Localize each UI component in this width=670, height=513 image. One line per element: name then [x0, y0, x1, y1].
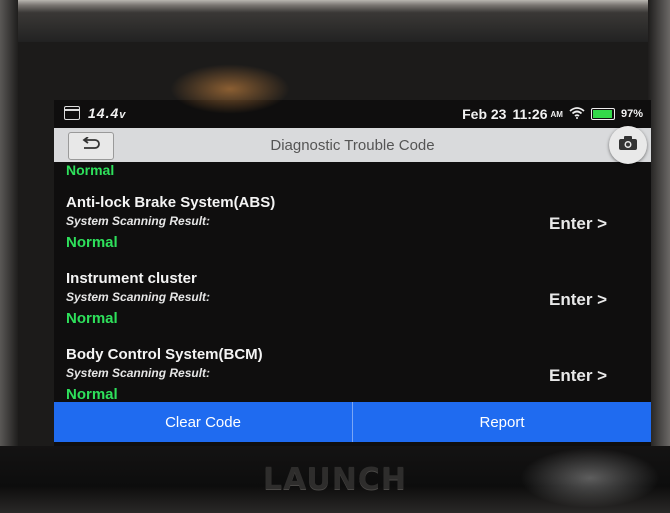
enter-button[interactable]: Enter >	[549, 366, 607, 386]
battery-icon	[590, 108, 615, 120]
system-list: Normal Anti-lock Brake System(ABS) Syste…	[54, 162, 651, 402]
clear-code-button[interactable]: Clear Code	[54, 402, 352, 442]
list-item: Body Control System(BCM) System Scanning…	[54, 346, 651, 402]
camera-icon	[619, 135, 637, 155]
title-bar: Diagnostic Trouble Code	[54, 128, 651, 162]
scan-status: Normal	[66, 386, 118, 402]
device-screen: 14.4v Feb 23 11:26 AM 97% Diagnostic Tro…	[54, 100, 651, 446]
camera-fab-button[interactable]	[609, 126, 647, 164]
wifi-icon	[569, 106, 585, 122]
enter-button[interactable]: Enter >	[549, 290, 607, 310]
voltage-unit: v	[119, 109, 127, 121]
device-bezel-top	[0, 0, 670, 42]
calendar-icon	[64, 106, 80, 120]
status-bar: 14.4v Feb 23 11:26 AM 97%	[54, 100, 651, 128]
device-bezel-right	[648, 0, 670, 513]
system-name: Body Control System(BCM)	[66, 346, 263, 363]
list-item: Instrument cluster System Scanning Resul…	[54, 270, 651, 346]
scan-status: Normal	[66, 234, 118, 251]
device-bezel-left	[0, 0, 18, 513]
report-button[interactable]: Report	[353, 402, 651, 442]
enter-button[interactable]: Enter >	[549, 214, 607, 234]
voltage-value: 14.4	[88, 105, 120, 121]
scan-status: Normal	[66, 310, 118, 327]
scan-result-label: System Scanning Result:	[66, 290, 211, 304]
scan-result-label: System Scanning Result:	[66, 366, 211, 380]
battery-fill	[592, 110, 613, 118]
page-title: Diagnostic Trouble Code	[270, 137, 435, 154]
device-brand-logo: LAUNCH	[262, 462, 407, 497]
list-item: Anti-lock Brake System(ABS) System Scann…	[54, 194, 651, 270]
system-name: Anti-lock Brake System(ABS)	[66, 194, 276, 211]
status-date: Feb 23	[462, 106, 507, 122]
status-time: 11:26	[512, 106, 548, 122]
action-bar: Clear Code Report	[54, 402, 651, 442]
previous-item-status: Normal	[66, 162, 115, 178]
battery-percent: 97%	[620, 108, 643, 120]
scan-result-label: System Scanning Result:	[66, 214, 211, 228]
system-name: Instrument cluster	[66, 270, 197, 287]
status-ampm: AM	[550, 109, 563, 119]
voltage-readout: 14.4v	[88, 105, 126, 121]
